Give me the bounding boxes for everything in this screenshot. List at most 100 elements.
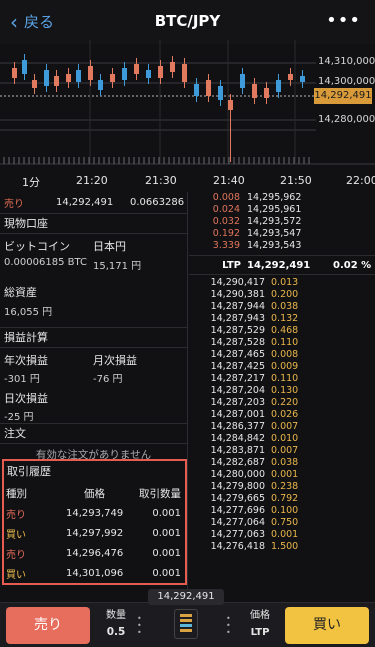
time-label: 22:00 <box>346 174 375 187</box>
bid-price: 14,277,064 <box>210 517 265 528</box>
ltp-price-tag: 14,292,491 <box>314 88 372 104</box>
last-trade-row: 売り 14,292,491 0.0663286 <box>0 192 187 214</box>
bid-qty: 0.038 <box>271 457 299 468</box>
buy-button[interactable]: 買い <box>285 607 369 644</box>
bid-row[interactable]: 14,286,377 0.007 <box>189 421 375 433</box>
candle <box>22 60 27 74</box>
bid-price: 14,284,842 <box>210 433 265 444</box>
bid-row[interactable]: 14,290,417 0.013 <box>189 277 375 289</box>
ask-price: 14,293,543 <box>247 240 302 251</box>
trade-history-row: 売り 14,296,476 0.001 <box>4 543 185 563</box>
bid-row[interactable]: 14,287,529 0.468 <box>189 325 375 337</box>
last-trade-price: 14,292,491 <box>56 197 114 208</box>
bid-row[interactable]: 14,287,001 0.026 <box>189 409 375 421</box>
bid-row[interactable]: 14,287,217 0.110 <box>189 373 375 385</box>
bid-qty: 0.007 <box>271 445 299 456</box>
bid-row[interactable]: 14,277,063 0.001 <box>189 529 375 541</box>
sell-button[interactable]: 売り <box>6 607 90 644</box>
daily-pnl-value: -25 円 <box>4 412 34 423</box>
candle <box>240 74 245 88</box>
bid-row[interactable]: 14,290,381 0.200 <box>189 289 375 301</box>
ask-row[interactable]: 0.032 14,293,572 <box>189 216 375 228</box>
bid-row[interactable]: 14,287,528 0.110 <box>189 337 375 349</box>
candle <box>66 74 71 82</box>
bid-price: 14,283,871 <box>210 445 265 456</box>
ask-row[interactable]: 0.008 14,295,962 <box>189 192 375 204</box>
bid-qty: 0.010 <box>271 433 299 444</box>
order-book[interactable]: 0.008 14,295,962 0.024 14,295,961 0.032 14,29… <box>189 192 375 602</box>
time-label: 21:50 <box>280 174 312 187</box>
col-type: 種別 <box>6 487 27 500</box>
ask-row[interactable]: 0.192 14,293,547 <box>189 228 375 240</box>
ask-price: 14,295,961 <box>247 204 302 215</box>
bid-price: 14,287,528 <box>210 337 265 348</box>
bid-row[interactable]: 14,279,665 0.792 <box>189 493 375 505</box>
monthly-pnl-value: -76 円 <box>93 374 123 385</box>
bid-row[interactable]: 14,283,871 0.007 <box>189 445 375 457</box>
trade-side: 買い <box>6 529 26 541</box>
order-book-toggle-icon[interactable] <box>174 609 198 639</box>
bid-row[interactable]: 14,277,696 0.100 <box>189 505 375 517</box>
bid-qty: 0.026 <box>271 409 299 420</box>
bid-row[interactable]: 14,287,465 0.008 <box>189 349 375 361</box>
btc-label: ビットコイン <box>4 240 70 253</box>
drag-handle-icon: ••• <box>137 614 142 637</box>
candle <box>158 66 163 78</box>
annual-pnl-value: -301 円 <box>4 374 40 385</box>
candle <box>146 70 151 78</box>
bid-qty: 0.220 <box>271 397 299 408</box>
bid-qty: 0.750 <box>271 517 299 528</box>
bid-row[interactable]: 14,287,944 0.038 <box>189 301 375 313</box>
time-label: 21:20 <box>76 174 108 187</box>
spot-account-header: 現物口座 <box>0 214 187 234</box>
bid-row[interactable]: 14,279,800 0.238 <box>189 481 375 493</box>
ltp-change: 0.02 % <box>333 259 372 271</box>
candle <box>300 76 305 82</box>
bid-row[interactable]: 14,287,943 0.132 <box>189 313 375 325</box>
bid-row[interactable]: 14,276,418 1.500 <box>189 541 375 553</box>
balance-section: ビットコイン 0.00006185 BTC 日本円 15,171 円 <box>0 234 187 282</box>
candle <box>264 88 269 98</box>
orders-header: 注文 <box>0 424 187 444</box>
candle <box>134 64 139 74</box>
bid-row[interactable]: 14,284,842 0.010 <box>189 433 375 445</box>
bid-row[interactable]: 14,287,204 0.130 <box>189 385 375 397</box>
candle <box>252 84 257 98</box>
ellipsis-icon[interactable]: ••• <box>326 10 361 31</box>
price-mode-label: 価格 <box>250 610 270 621</box>
timeframe-label[interactable]: 1分 <box>22 174 40 190</box>
bid-row[interactable]: 14,280,000 0.001 <box>189 469 375 481</box>
ask-price: 14,293,547 <box>247 228 302 239</box>
ask-row[interactable]: 0.024 14,295,961 <box>189 204 375 216</box>
candle <box>206 80 211 96</box>
trade-history-table: 種別 価格 取引数量 売り 14,293,749 0.001 買い 14,297,992… <box>4 483 185 583</box>
bid-row[interactable]: 14,282,687 0.038 <box>189 457 375 469</box>
bid-qty: 0.792 <box>271 493 299 504</box>
bid-qty: 1.500 <box>271 541 299 552</box>
col-qty: 取引数量 <box>139 487 181 500</box>
bid-row[interactable]: 14,277,064 0.750 <box>189 517 375 529</box>
bid-price: 14,279,665 <box>210 493 265 504</box>
jpy-label: 日本円 <box>93 240 126 253</box>
ask-qty: 0.192 <box>212 228 240 239</box>
time-label: 21:30 <box>145 174 177 187</box>
bid-row[interactable]: 14,287,425 0.009 <box>189 361 375 373</box>
price-mode-selector[interactable]: 価格 LTP <box>240 607 280 641</box>
ask-row[interactable]: 3.339 14,293,543 <box>189 240 375 252</box>
bid-price: 14,282,687 <box>210 457 265 468</box>
price-chart[interactable]: 14,310,000 14,300,000 14,292,491 14,280,… <box>0 40 375 190</box>
total-assets-label: 総資産 <box>4 286 37 299</box>
candle <box>12 68 17 78</box>
daily-pnl-label: 日次損益 <box>4 392 48 405</box>
trade-history-title: 取引履歴 <box>7 465 51 478</box>
ask-qty: 3.339 <box>212 240 240 251</box>
quantity-selector[interactable]: 数量 0.5 <box>96 607 136 641</box>
candle <box>76 70 81 82</box>
trade-history-panel: 取引履歴 種別 価格 取引数量 売り 14,293,749 0.001 買い 14,29… <box>2 459 187 585</box>
trade-price: 14,293,749 <box>66 507 124 519</box>
bid-row[interactable]: 14,287,203 0.220 <box>189 397 375 409</box>
ltp-label: LTP <box>222 259 241 271</box>
last-trade-qty: 0.0663286 <box>130 197 185 208</box>
trade-qty: 0.001 <box>152 527 181 539</box>
bid-qty: 0.100 <box>271 505 299 516</box>
